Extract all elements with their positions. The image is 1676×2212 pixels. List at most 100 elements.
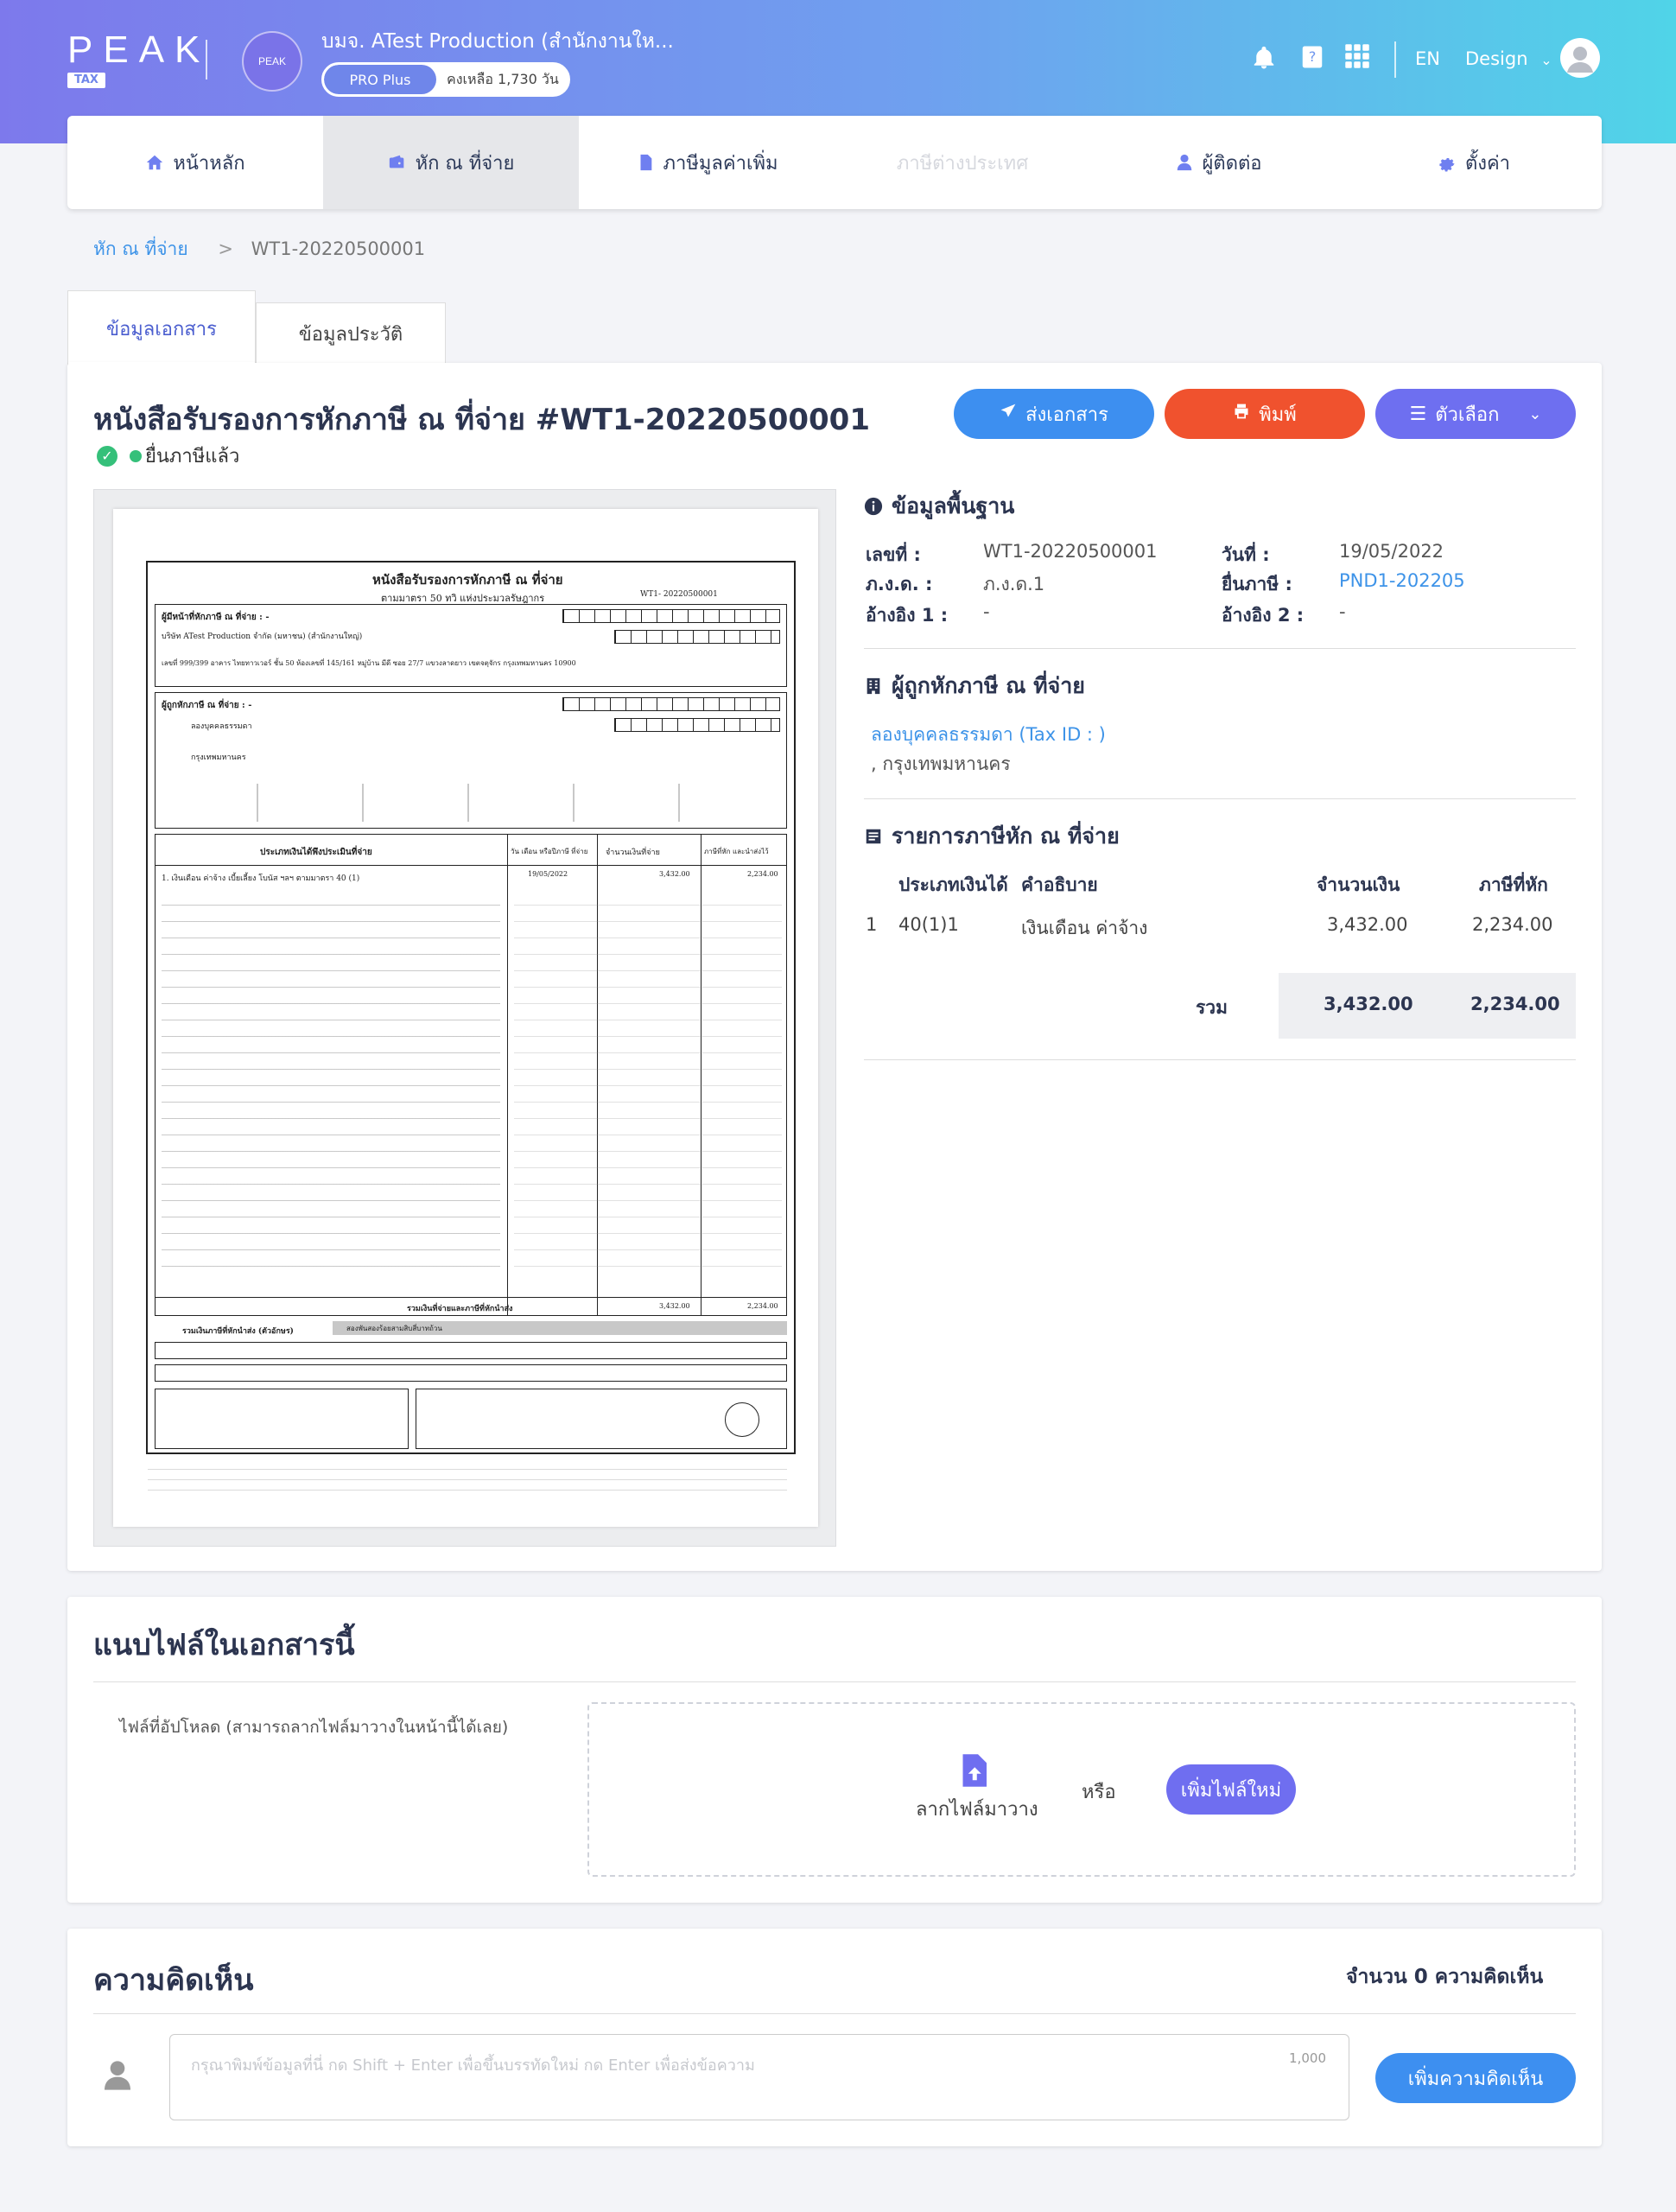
help-book-icon[interactable]: ? bbox=[1299, 43, 1325, 74]
basic-info-title: ข้อมูลพื้นฐาน bbox=[892, 493, 1015, 518]
form-payee-address: กรุงเทพมหานคร bbox=[191, 753, 246, 762]
info-form-value: ภ.ง.ด.1 bbox=[983, 570, 1044, 599]
bell-icon[interactable] bbox=[1251, 45, 1277, 74]
plan-name: PRO Plus bbox=[324, 65, 436, 94]
comment-placeholder: กรุณาพิมพ์ข้อมูลที่นี่ กด Shift + Enter … bbox=[191, 2056, 755, 2075]
total-tax: 2,234.00 bbox=[1470, 994, 1560, 1014]
info-date: วันที่ : bbox=[1222, 541, 1270, 569]
breadcrumb-parent[interactable]: หัก ณ ที่จ่าย bbox=[93, 238, 188, 259]
form-footnote-lines bbox=[148, 1459, 787, 1494]
payee-link[interactable]: ลองบุคคลธรรมดา (Tax ID : ) bbox=[871, 724, 1106, 745]
plan-remaining: คงเหลือ 1,730 วัน bbox=[447, 70, 559, 87]
language-switch[interactable]: EN bbox=[1415, 48, 1440, 69]
row-amount: 3,432.00 bbox=[1327, 914, 1408, 935]
info-filing-value[interactable]: PND1-202205 bbox=[1339, 570, 1465, 591]
form-col-header: วัน เดือน หรือปีภาษี ที่จ่าย bbox=[511, 848, 588, 855]
gear-icon bbox=[1439, 157, 1455, 172]
form-payer-label: ผู้มีหน้าที่หักภาษี ณ ที่จ่าย : - bbox=[162, 613, 270, 622]
comment-input[interactable]: กรุณาพิมพ์ข้อมูลที่นี่ กด Shift + Enter … bbox=[169, 2034, 1349, 2120]
send-label: ส่งเอกสาร bbox=[1025, 404, 1108, 426]
add-comment-button[interactable]: เพิ่มความคิดเห็น bbox=[1375, 2053, 1576, 2103]
info-ref2-value: - bbox=[1339, 601, 1346, 622]
status-badge: ยื่นภาษีแล้ว bbox=[130, 441, 239, 471]
document-icon bbox=[640, 154, 651, 171]
form-title: หนังสือรับรองการหักภาษี ณ ที่จ่าย bbox=[372, 572, 563, 588]
divider bbox=[864, 1059, 1576, 1060]
breadcrumb: หัก ณ ที่จ่าย > WT1-20220500001 bbox=[93, 235, 425, 264]
form-total-label: รวมเงินที่จ่ายและภาษีที่หักนำส่ง bbox=[407, 1305, 513, 1313]
form-row-date: 19/05/2022 bbox=[528, 870, 568, 878]
user-avatar[interactable] bbox=[1560, 38, 1600, 78]
tab-history[interactable]: ข้อมูลประวัติ bbox=[256, 302, 446, 365]
form-page: หนังสือรับรองการหักภาษี ณ ที่จ่าย ตามมาต… bbox=[113, 509, 818, 1527]
form-words-label: รวมเงินภาษีที่หักนำส่ง (ตัวอักษร) bbox=[182, 1327, 294, 1336]
options-dropdown-button[interactable]: ☰ ตัวเลือก ⌄ bbox=[1375, 389, 1576, 439]
nav-settings[interactable]: ตั้งค่า bbox=[1346, 116, 1602, 209]
chevron-down-icon: ⌄ bbox=[1528, 404, 1542, 423]
org-avatar[interactable]: PEAK bbox=[242, 31, 302, 92]
divider bbox=[864, 798, 1576, 799]
logo-sub: TAX bbox=[67, 73, 105, 88]
total-label: รวม bbox=[1196, 997, 1228, 1018]
divider bbox=[864, 648, 1576, 649]
tab-document-info[interactable]: ข้อมูลเอกสาร bbox=[67, 290, 256, 366]
comments-heading: ความคิดเห็น bbox=[93, 1963, 254, 1998]
form-checkbox-row bbox=[162, 784, 780, 822]
form-row-lines bbox=[162, 889, 500, 1269]
nav-withholding[interactable]: หัก ณ ที่จ่าย bbox=[323, 116, 579, 209]
form-payee-name: ลองบุคคลธรรมดา bbox=[191, 722, 252, 731]
menu-lines-icon: ☰ bbox=[1409, 403, 1427, 425]
filing-link[interactable]: PND1-202205 bbox=[1339, 570, 1465, 591]
col-tax: ภาษีที่หัก bbox=[1479, 874, 1548, 895]
main-nav: หน้าหลัก หัก ณ ที่จ่าย ภาษีมูลค่าเพิ่ม ภ… bbox=[67, 116, 1602, 209]
row-type: 40(1)1 bbox=[898, 914, 959, 935]
building-icon bbox=[867, 677, 880, 695]
options-label: ตัวเลือก bbox=[1435, 404, 1500, 426]
char-limit: 1,000 bbox=[1289, 2050, 1326, 2066]
add-file-button[interactable]: เพิ่มไฟล์ใหม่ bbox=[1166, 1764, 1296, 1815]
total-amount: 3,432.00 bbox=[1324, 994, 1413, 1014]
form-payer-address: เลขที่ 999/399 อาคาร ไทยทาวเวอร์ ชั้น 50… bbox=[162, 659, 576, 667]
form-col-header: ภาษีที่หัก และนำส่งไว้ bbox=[704, 848, 769, 855]
paper-plane-icon bbox=[1000, 403, 1017, 425]
org-name[interactable]: บมจ. ATest Production (สำนักงานให... bbox=[321, 26, 674, 57]
breadcrumb-current: WT1-20220500001 bbox=[251, 238, 426, 259]
print-button[interactable]: พิมพ์ bbox=[1165, 389, 1365, 439]
form-taxid-boxes bbox=[614, 630, 780, 644]
value: , กรุงเทพมหานคร bbox=[871, 753, 1011, 774]
value: WT1-20220500001 bbox=[983, 541, 1158, 562]
row-no: 1 bbox=[866, 914, 878, 935]
user-menu[interactable]: Design ⌄ bbox=[1465, 48, 1552, 69]
payee-name[interactable]: ลองบุคคลธรรมดา (Tax ID : ) bbox=[871, 721, 1106, 749]
info-ref1: อ้างอิง 1 : bbox=[866, 601, 948, 630]
peak-tax-logo[interactable]: PEAK TAX bbox=[67, 31, 210, 88]
divider bbox=[93, 1681, 1576, 1682]
document-preview[interactable]: หนังสือรับรองการหักภาษี ณ ที่จ่าย ตามมาต… bbox=[93, 489, 836, 1547]
attachments-heading: แนบไฟล์ในเอกสารนี้ bbox=[93, 1628, 355, 1662]
nav-label: หัก ณ ที่จ่าย bbox=[415, 152, 515, 175]
info-ref2: อ้างอิง 2 : bbox=[1222, 601, 1304, 630]
payee-heading: ผู้ถูกหักภาษี ณ ที่จ่าย bbox=[864, 669, 1085, 703]
form-warning-box bbox=[155, 1389, 409, 1449]
label: อ้างอิง 1 : bbox=[866, 605, 949, 626]
form-taxid-boxes bbox=[562, 697, 780, 711]
info-date-value: 19/05/2022 bbox=[1339, 541, 1444, 562]
apps-grid-icon[interactable] bbox=[1344, 43, 1370, 73]
file-upload-icon bbox=[961, 1754, 987, 1790]
form-payer-name: บริษัท ATest Production จำกัด (มหาชน) (ส… bbox=[162, 632, 363, 641]
nav-vat[interactable]: ภาษีมูลค่าเพิ่ม bbox=[579, 116, 835, 209]
form-line bbox=[507, 834, 508, 1316]
value: - bbox=[983, 601, 990, 622]
drag-text: ลากไฟล์มาวาง bbox=[916, 1799, 1038, 1821]
send-document-button[interactable]: ส่งเอกสาร bbox=[954, 389, 1154, 439]
upload-label: ไฟล์ที่อัปโหลด (สามารถลากไฟล์มาวางในหน้า… bbox=[119, 1718, 509, 1737]
items-heading: รายการภาษีหัก ณ ที่จ่าย bbox=[864, 819, 1120, 854]
nav-contacts[interactable]: ผู้ติดต่อ bbox=[1090, 116, 1346, 209]
plan-pill: PRO Plus คงเหลือ 1,730 วัน bbox=[321, 62, 570, 97]
col-income-type: ประเภทเงินได้ bbox=[898, 874, 1008, 895]
home-icon bbox=[147, 155, 163, 170]
nav-label: ผู้ติดต่อ bbox=[1202, 152, 1262, 175]
check-circle-icon: ✓ bbox=[97, 445, 117, 467]
nav-home[interactable]: หน้าหลัก bbox=[67, 116, 323, 209]
form-total-tax: 2,234.00 bbox=[747, 1302, 778, 1310]
